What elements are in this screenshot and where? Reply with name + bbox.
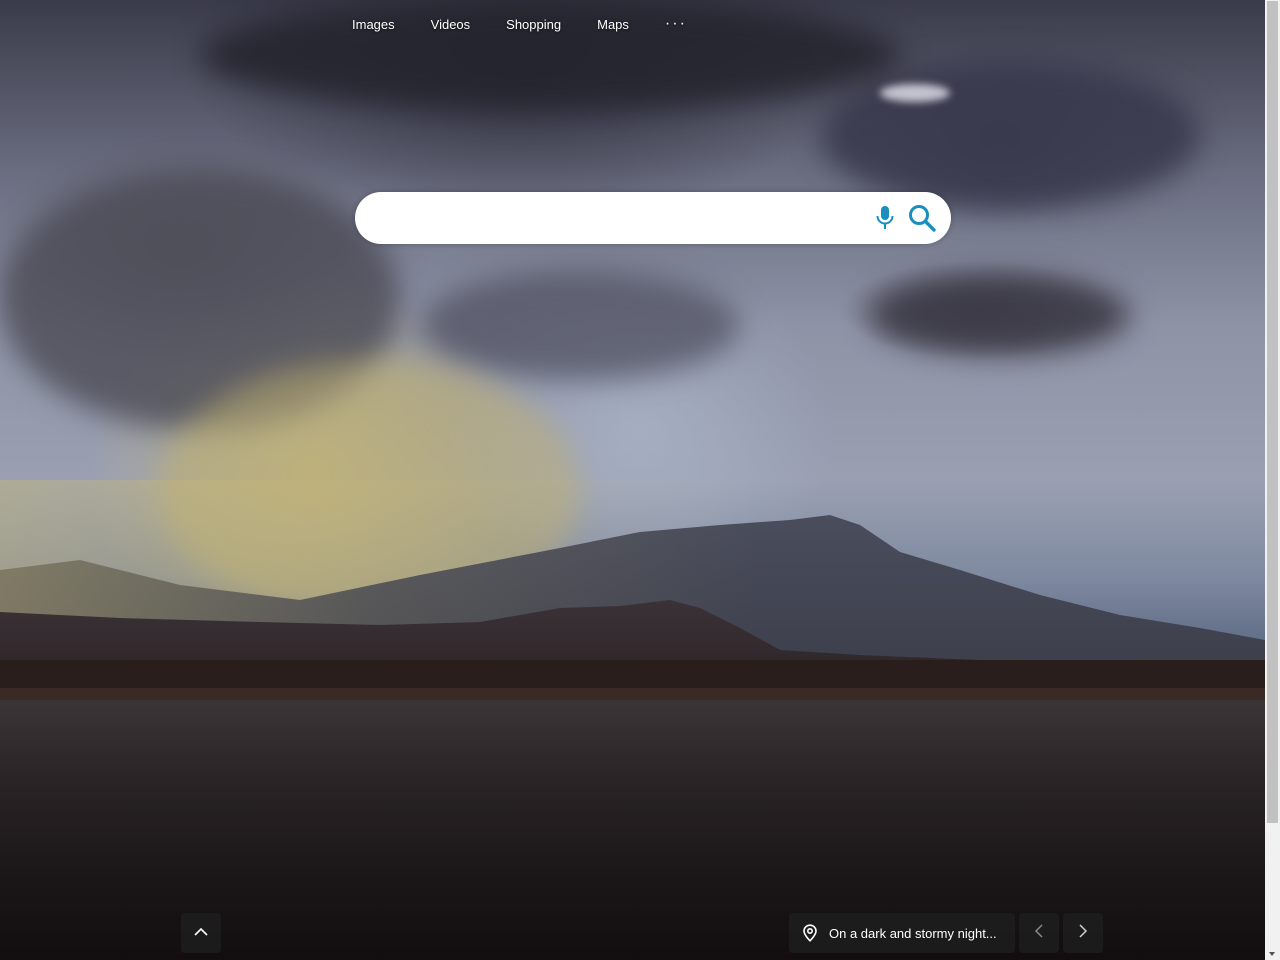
microphone-icon[interactable] — [872, 204, 898, 232]
image-caption-text: On a dark and stormy night... — [829, 925, 997, 941]
chevron-up-icon — [193, 924, 209, 942]
search-icon[interactable] — [907, 203, 937, 233]
more-menu-button[interactable]: ··· — [647, 16, 705, 32]
scroll-up-button[interactable] — [181, 913, 221, 953]
previous-image-button[interactable] — [1019, 913, 1059, 953]
chevron-left-icon — [1034, 923, 1044, 944]
nav-videos[interactable]: Videos — [413, 17, 489, 32]
scroll-down-arrow-icon[interactable] — [1269, 952, 1275, 956]
next-image-button[interactable] — [1063, 913, 1103, 953]
top-navigation: Images Videos Shopping Maps ··· — [334, 14, 705, 34]
search-box — [355, 192, 951, 244]
background-image — [0, 0, 1265, 960]
image-caption-button[interactable]: On a dark and stormy night... — [789, 913, 1015, 953]
search-input[interactable] — [379, 200, 863, 238]
location-pin-icon — [802, 924, 818, 942]
nav-shopping[interactable]: Shopping — [488, 17, 579, 32]
vertical-scrollbar[interactable] — [1265, 0, 1280, 960]
scrollbar-thumb[interactable] — [1267, 1, 1278, 823]
chevron-right-icon — [1078, 923, 1088, 944]
nav-maps[interactable]: Maps — [579, 17, 647, 32]
nav-images[interactable]: Images — [334, 17, 413, 32]
